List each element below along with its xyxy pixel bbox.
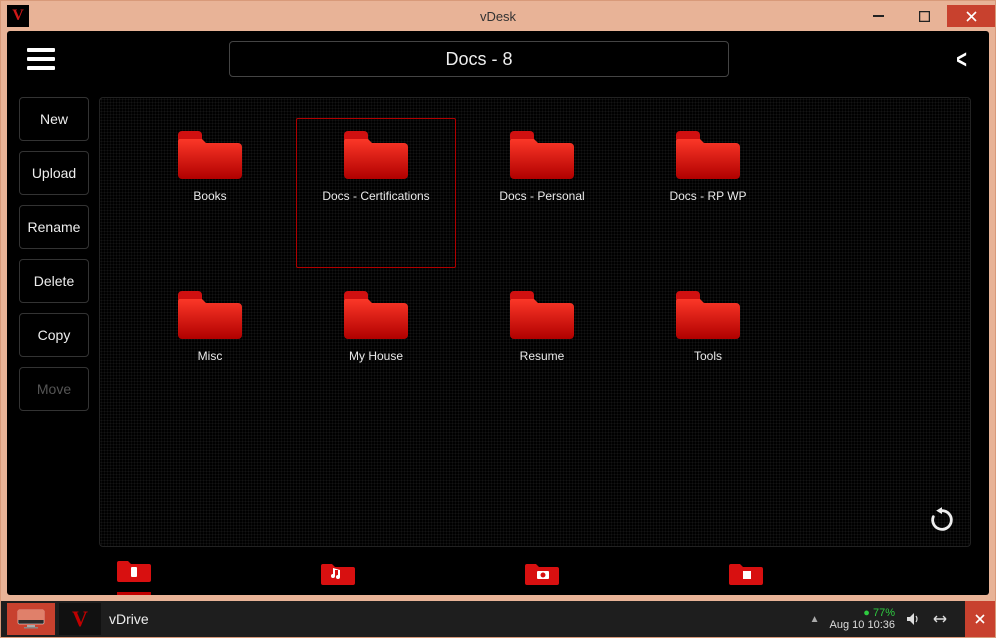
folder-icon — [178, 289, 242, 341]
expand-icon[interactable] — [931, 611, 949, 627]
app-icon: V — [7, 5, 29, 27]
content-pane[interactable]: Books Docs - Certifications — [99, 97, 971, 547]
tray-caret-icon[interactable]: ▲ — [810, 614, 820, 625]
window-frame: V vDesk Docs - 8 < New Upload — [0, 0, 996, 638]
folder-item[interactable]: Tools — [628, 278, 788, 428]
refresh-button[interactable] — [928, 506, 956, 534]
folder-icon — [676, 289, 740, 341]
tab-photos[interactable] — [525, 560, 559, 595]
menu-icon[interactable] — [27, 48, 55, 70]
folder-item[interactable]: My House — [296, 278, 456, 428]
titlebar[interactable]: V vDesk — [1, 1, 995, 31]
folder-label: Resume — [520, 349, 565, 363]
clock: Aug 10 10:36 — [830, 619, 895, 631]
folder-item[interactable]: Resume — [462, 278, 622, 428]
minimize-button[interactable] — [855, 5, 901, 27]
upload-button[interactable]: Upload — [19, 151, 89, 195]
tray-close-button[interactable] — [965, 601, 995, 637]
taskbar-app-icon[interactable]: V — [59, 603, 101, 635]
window-title: vDesk — [1, 9, 995, 24]
taskbar: V vDrive ▲ ● 77% Aug 10 10:36 — [1, 601, 995, 637]
body-row: New Upload Rename Delete Copy Move Books — [7, 87, 989, 547]
new-button[interactable]: New — [19, 97, 89, 141]
battery-status[interactable]: ● 77% Aug 10 10:36 — [830, 607, 895, 631]
folder-label: Books — [193, 189, 226, 203]
tab-videos[interactable] — [729, 560, 763, 595]
delete-button[interactable]: Delete — [19, 259, 89, 303]
bottom-tabs — [7, 547, 989, 595]
folder-label: Docs - Certifications — [322, 189, 429, 203]
sidebar: New Upload Rename Delete Copy Move — [7, 87, 99, 547]
tab-music[interactable] — [321, 560, 355, 595]
topbar: Docs - 8 < — [7, 31, 989, 87]
folder-item[interactable]: Misc — [130, 278, 290, 428]
battery-pct: ● 77% — [863, 607, 895, 619]
folder-item[interactable]: Docs - Personal — [462, 118, 622, 268]
folder-item[interactable]: Docs - Certifications — [296, 118, 456, 268]
desktop-icon — [17, 609, 45, 629]
folder-icon — [344, 129, 408, 181]
folder-label: Misc — [198, 349, 223, 363]
taskbar-app-label[interactable]: vDrive — [109, 611, 149, 627]
folder-icon — [344, 289, 408, 341]
folder-icon — [510, 289, 574, 341]
folder-label: Docs - Personal — [499, 189, 584, 203]
close-button[interactable] — [947, 5, 995, 27]
video-folder-icon — [729, 560, 763, 586]
folder-label: Docs - RP WP — [669, 189, 746, 203]
camera-folder-icon — [525, 560, 559, 586]
folder-icon — [676, 129, 740, 181]
volume-icon[interactable] — [905, 611, 921, 627]
folder-label: My House — [349, 349, 403, 363]
folder-item[interactable]: Docs - RP WP — [628, 118, 788, 268]
copy-button[interactable]: Copy — [19, 313, 89, 357]
folder-item[interactable]: Books — [130, 118, 290, 268]
start-button[interactable] — [7, 603, 55, 635]
rename-button[interactable]: Rename — [19, 205, 89, 249]
music-folder-icon — [321, 560, 355, 586]
folder-label: Tools — [694, 349, 722, 363]
maximize-button[interactable] — [901, 5, 947, 27]
system-tray: ▲ ● 77% Aug 10 10:36 — [810, 601, 995, 637]
window-controls — [855, 5, 995, 27]
folder-icon — [178, 129, 242, 181]
move-button[interactable]: Move — [19, 367, 89, 411]
app-body: Docs - 8 < New Upload Rename Delete Copy… — [7, 31, 989, 595]
folder-icon — [510, 129, 574, 181]
breadcrumb[interactable]: Docs - 8 — [229, 41, 729, 77]
folder-grid: Books Docs - Certifications — [100, 98, 970, 448]
tab-documents[interactable] — [117, 557, 151, 595]
document-folder-icon — [117, 557, 151, 583]
back-button[interactable]: < — [956, 44, 967, 75]
